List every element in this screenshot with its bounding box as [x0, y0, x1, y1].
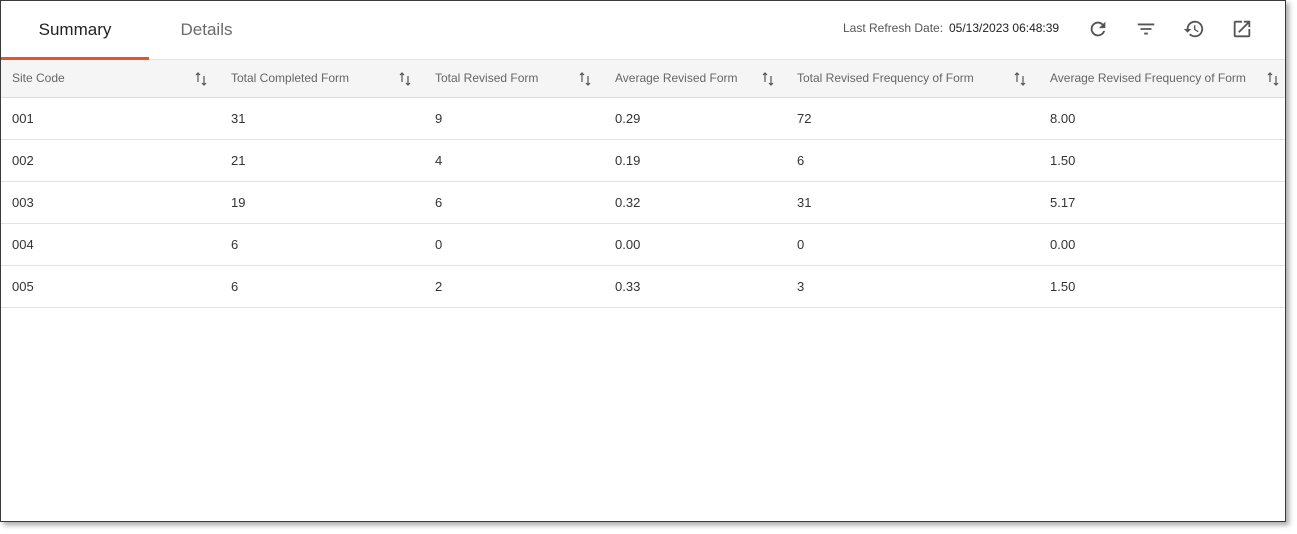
column-header-total-revised-form[interactable]: Total Revised Form — [435, 60, 538, 97]
cell-site-code: 001 — [12, 111, 34, 126]
cell-average-revised-frequency: 8.00 — [1050, 111, 1076, 126]
cell-average-revised-frequency: 1.50 — [1050, 279, 1076, 294]
cell-total-revised-form: 9 — [435, 111, 443, 126]
sort-icon[interactable] — [762, 72, 774, 86]
open-external-icon — [1233, 20, 1251, 38]
filter-button[interactable] — [1133, 16, 1159, 42]
tab-details[interactable]: Details — [149, 1, 264, 59]
cell-average-revised-frequency: 5.17 — [1050, 195, 1076, 210]
cell-total-revised-form: 0 — [435, 237, 443, 252]
cell-site-code: 004 — [12, 237, 34, 252]
table-row[interactable]: 004 6 0 0.00 0 0.00 — [1, 224, 1285, 266]
last-refresh-value: 05/13/2023 06:48:39 — [949, 21, 1060, 35]
cell-average-revised-form: 0.00 — [615, 237, 641, 252]
cell-site-code: 003 — [12, 195, 34, 210]
cell-total-revised-frequency: 72 — [797, 111, 812, 126]
cell-total-revised-form: 2 — [435, 279, 443, 294]
tab-details-label: Details — [180, 20, 233, 39]
table-row[interactable]: 002 21 4 0.19 6 1.50 — [1, 140, 1285, 182]
column-header-average-revised-form[interactable]: Average Revised Form — [615, 60, 738, 97]
cell-average-revised-form: 0.29 — [615, 111, 641, 126]
column-header-average-revised-frequency[interactable]: Average Revised Frequency of Form — [1050, 60, 1246, 97]
sort-icon[interactable] — [579, 72, 591, 86]
column-header-total-revised-frequency[interactable]: Total Revised Frequency of Form — [797, 60, 974, 97]
open-external-button[interactable] — [1229, 16, 1255, 42]
filter-icon — [1137, 23, 1155, 35]
cell-site-code: 005 — [12, 279, 34, 294]
cell-total-revised-frequency: 3 — [797, 279, 805, 294]
tab-summary[interactable]: Summary — [1, 1, 149, 60]
cell-total-completed-form: 19 — [231, 195, 246, 210]
cell-total-completed-form: 6 — [231, 279, 239, 294]
table-row[interactable]: 001 31 9 0.29 72 8.00 — [1, 98, 1285, 140]
column-header-total-completed-form[interactable]: Total Completed Form — [231, 60, 349, 97]
sort-icon[interactable] — [399, 72, 411, 86]
cell-total-completed-form: 21 — [231, 153, 246, 168]
cell-average-revised-frequency: 0.00 — [1050, 237, 1076, 252]
table-body: 001 31 9 0.29 72 8.00 002 21 4 0.19 6 1.… — [1, 98, 1285, 308]
cell-total-revised-form: 4 — [435, 153, 443, 168]
history-button[interactable] — [1181, 16, 1207, 42]
sort-icon[interactable] — [195, 72, 207, 86]
cell-average-revised-form: 0.19 — [615, 153, 641, 168]
cell-total-completed-form: 6 — [231, 237, 239, 252]
table-row[interactable]: 003 19 6 0.32 31 5.17 — [1, 182, 1285, 224]
cell-average-revised-form: 0.32 — [615, 195, 641, 210]
refresh-icon — [1090, 21, 1106, 37]
cell-total-revised-frequency: 0 — [797, 237, 805, 252]
cell-total-revised-frequency: 31 — [797, 195, 812, 210]
report-window: Summary Details Last Refresh Date: 05/13… — [0, 0, 1286, 522]
table-header: Site Code Total Completed Form Total Rev… — [1, 60, 1285, 98]
cell-average-revised-frequency: 1.50 — [1050, 153, 1076, 168]
tab-summary-label: Summary — [38, 20, 112, 39]
top-bar: Summary Details Last Refresh Date: 05/13… — [1, 1, 1285, 60]
cell-site-code: 002 — [12, 153, 34, 168]
cell-total-completed-form: 31 — [231, 111, 246, 126]
column-header-site-code[interactable]: Site Code — [12, 60, 65, 97]
history-icon — [1183, 20, 1204, 38]
table-row[interactable]: 005 6 2 0.33 3 1.50 — [1, 266, 1285, 308]
cell-total-revised-frequency: 6 — [797, 153, 805, 168]
last-refresh-label: Last Refresh Date: — [843, 21, 944, 35]
sort-icon[interactable] — [1267, 72, 1279, 86]
cell-average-revised-form: 0.33 — [615, 279, 641, 294]
sort-icon[interactable] — [1014, 72, 1026, 86]
cell-total-revised-form: 6 — [435, 195, 443, 210]
refresh-button[interactable] — [1085, 16, 1111, 42]
